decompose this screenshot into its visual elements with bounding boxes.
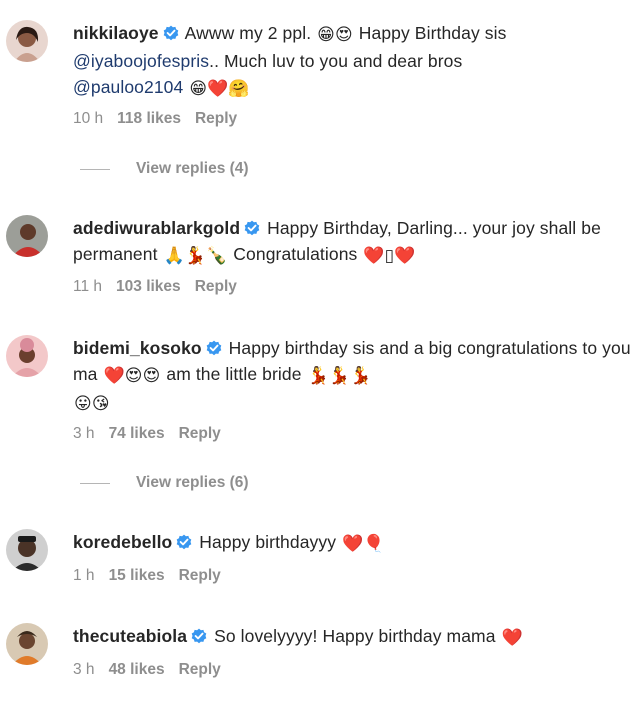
avatar[interactable] (6, 335, 48, 377)
username[interactable]: koredebello (73, 532, 172, 552)
view-replies-label: View replies (6) (136, 474, 249, 491)
reply-button[interactable]: Reply (179, 425, 221, 442)
timestamp: 11 h (73, 278, 103, 295)
comment-meta: 10 h 118 likes Reply (73, 110, 251, 128)
comment-text-part: .. Much luv to you and dear bros (209, 51, 463, 71)
emoji-group: ❤️ (501, 628, 523, 648)
comment-text-part: Happy Birthday sis (353, 23, 507, 43)
emoji-group: 💃💃💃 (307, 366, 372, 386)
comment-text: adediwurablarkgold Happy Birthday, Darli… (73, 215, 633, 269)
emoji-group: ❤️😍😍 (103, 366, 161, 386)
view-replies-button[interactable]: View replies (4) (80, 160, 249, 178)
avatar[interactable] (6, 529, 48, 571)
emoji-group: ❤️▯❤️ (363, 246, 416, 266)
reply-button[interactable]: Reply (195, 110, 237, 127)
likes-count[interactable]: 74 likes (109, 425, 165, 442)
comment-text-part: Congratulations (228, 244, 363, 264)
verified-badge-icon (162, 25, 179, 41)
likes-count[interactable]: 15 likes (109, 567, 165, 584)
divider-line (80, 168, 110, 170)
timestamp: 10 h (73, 110, 104, 127)
comment-text: koredebello Happy birthdayyy ❤️🎈 (73, 529, 633, 557)
mention-link[interactable]: @pauloo2104 (73, 77, 183, 97)
username[interactable]: thecuteabiola (73, 626, 187, 646)
verified-badge-icon (176, 534, 193, 550)
timestamp: 3 h (73, 425, 95, 442)
likes-count[interactable]: 103 likes (116, 278, 181, 295)
emoji-group: 😁😍 (317, 25, 353, 45)
comment-meta: 11 h 103 likes Reply (73, 278, 251, 296)
comment-meta: 3 h 48 likes Reply (73, 661, 235, 679)
mention-link[interactable]: @iyaboojofespris (73, 51, 209, 71)
likes-count[interactable]: 118 likes (117, 110, 181, 127)
verified-badge-icon (244, 220, 261, 236)
verified-badge-icon (191, 628, 208, 644)
comment-text-part: Awww my 2 ppl. (180, 23, 317, 43)
comment-text-part: Happy birthdayyy (194, 532, 342, 552)
comment-meta: 3 h 74 likes Reply (73, 425, 235, 443)
comment-text: bidemi_kosoko Happy birthday sis and a b… (73, 335, 633, 417)
emoji-group: 🙏💃🍾 (163, 246, 228, 266)
username[interactable]: bidemi_kosoko (73, 338, 202, 358)
comment-text: thecuteabiola So lovelyyyy! Happy birthd… (73, 623, 633, 651)
comment-meta: 1 h 15 likes Reply (73, 567, 235, 585)
comment-text-part: So lovelyyyy! Happy birthday mama (209, 626, 501, 646)
reply-button[interactable]: Reply (179, 661, 221, 678)
view-replies-button[interactable]: View replies (6) (80, 474, 249, 492)
divider-line (80, 482, 110, 484)
emoji-group: 😛😘 (74, 394, 110, 414)
comment-text-part: am the little bride (161, 364, 307, 384)
view-replies-label: View replies (4) (136, 160, 249, 177)
emoji-group: 😁❤️🤗 (189, 79, 250, 99)
username[interactable]: adediwurablarkgold (73, 218, 240, 238)
emoji-group: ❤️🎈 (342, 534, 385, 554)
avatar[interactable] (6, 215, 48, 257)
timestamp: 1 h (73, 567, 95, 584)
username[interactable]: nikkilaoye (73, 23, 159, 43)
avatar[interactable] (6, 623, 48, 665)
reply-button[interactable]: Reply (179, 567, 221, 584)
verified-badge-icon (205, 340, 222, 356)
comment-text: nikkilaoye Awww my 2 ppl. 😁😍 Happy Birth… (73, 20, 633, 102)
reply-button[interactable]: Reply (195, 278, 237, 295)
avatar[interactable] (6, 20, 48, 62)
likes-count[interactable]: 48 likes (109, 661, 165, 678)
timestamp: 3 h (73, 661, 95, 678)
